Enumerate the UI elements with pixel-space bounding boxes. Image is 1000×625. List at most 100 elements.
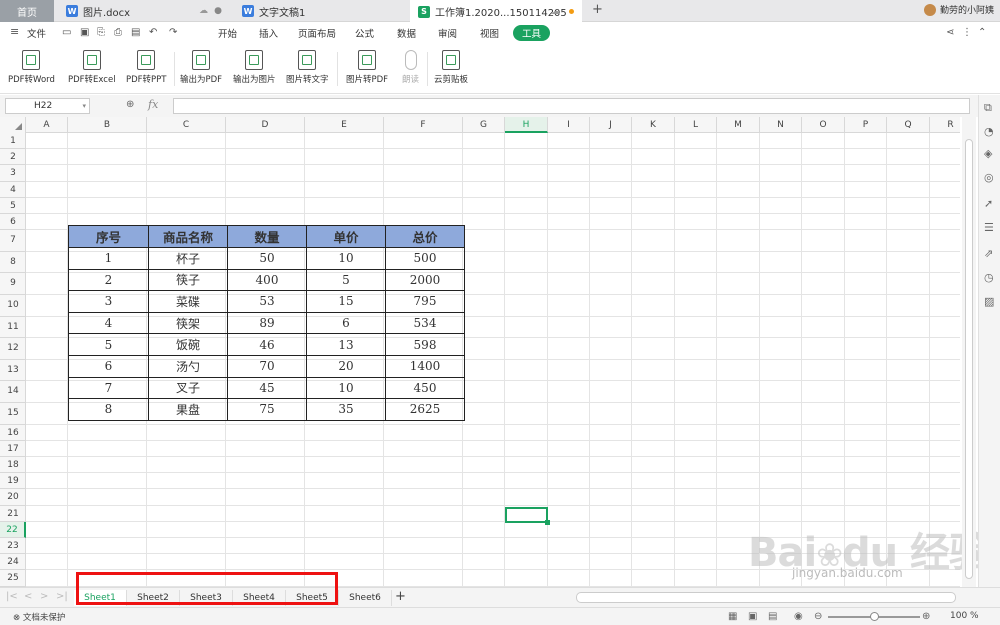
image-icon[interactable]: ▨: [984, 295, 994, 308]
column-header-f[interactable]: F: [384, 117, 463, 133]
row-header-18[interactable]: 18: [0, 457, 26, 474]
table-cell[interactable]: 4: [68, 311, 149, 335]
vertical-scrollbar[interactable]: [962, 117, 976, 587]
row-header-14[interactable]: 14: [0, 381, 26, 403]
table-cell[interactable]: 35: [306, 398, 386, 421]
table-cell[interactable]: 53: [227, 290, 307, 313]
function-icon[interactable]: fx: [148, 98, 158, 111]
row-header-7[interactable]: 7: [0, 230, 26, 252]
header-quantity[interactable]: 数量: [227, 225, 307, 248]
column-header-a[interactable]: A: [26, 117, 68, 133]
header-index[interactable]: 序号: [68, 225, 149, 248]
page-break-view-icon[interactable]: ▤: [768, 611, 777, 622]
row-header-25[interactable]: 25: [0, 570, 26, 587]
table-cell[interactable]: 菜碟: [148, 290, 228, 313]
table-cell[interactable]: 15: [306, 290, 386, 313]
column-header-d[interactable]: D: [226, 117, 305, 133]
column-header-k[interactable]: K: [632, 117, 675, 133]
column-header-c[interactable]: C: [147, 117, 226, 133]
table-cell[interactable]: 1: [68, 247, 149, 270]
cloud-clipboard-button[interactable]: 云剪贴板: [434, 50, 468, 85]
preview-icon[interactable]: ▤: [131, 27, 140, 38]
table-cell[interactable]: 饭碗: [148, 333, 228, 356]
select-all-corner[interactable]: [0, 117, 26, 133]
menu-formula[interactable]: 公式: [355, 26, 374, 40]
table-cell[interactable]: 45: [227, 376, 307, 400]
row-header-12[interactable]: 12: [0, 338, 26, 360]
zoom-formula-icon[interactable]: ⊕: [126, 99, 134, 110]
add-sheet-button[interactable]: +: [395, 589, 406, 604]
row-header-17[interactable]: 17: [0, 441, 26, 457]
row-header-9[interactable]: 9: [0, 273, 26, 295]
share-icon[interactable]: ⋖: [946, 27, 954, 38]
table-cell[interactable]: 13: [306, 333, 386, 356]
column-header-j[interactable]: J: [590, 117, 632, 133]
zoom-out-icon[interactable]: ⊖: [814, 611, 822, 622]
zoom-in-icon[interactable]: ⊕: [922, 611, 930, 622]
menu-view[interactable]: 视图: [480, 26, 499, 40]
history-icon[interactable]: ◷: [984, 271, 994, 284]
data-table[interactable]: 序号 商品名称 数量 单价 总价 1 杯子 50 10 500 2 筷子 400 5 2000 3 菜…: [68, 225, 465, 421]
row-header-19[interactable]: 19: [0, 473, 26, 490]
export-pdf-button[interactable]: 输出为PDF: [180, 50, 222, 85]
table-cell[interactable]: 50: [227, 247, 307, 270]
row-header-6[interactable]: 6: [0, 214, 26, 231]
header-product-name[interactable]: 商品名称: [148, 225, 228, 248]
row-header-16[interactable]: 16: [0, 425, 26, 441]
table-cell[interactable]: 7: [68, 376, 149, 400]
table-cell[interactable]: 10: [306, 376, 386, 400]
row-header-10[interactable]: 10: [0, 295, 26, 317]
hamburger-icon[interactable]: ≡: [10, 25, 19, 38]
image-to-text-button[interactable]: 图片转文字: [286, 50, 329, 85]
formula-input[interactable]: [173, 98, 970, 114]
table-cell[interactable]: 75: [227, 398, 307, 421]
column-header-g[interactable]: G: [463, 117, 505, 133]
navigation-icon[interactable]: ◎: [984, 171, 994, 184]
next-sheet-icon[interactable]: >: [40, 591, 48, 602]
table-cell[interactable]: 3: [68, 290, 149, 313]
row-header-23[interactable]: 23: [0, 538, 26, 555]
redo-icon[interactable]: ↷: [169, 27, 177, 38]
column-header-o[interactable]: O: [802, 117, 845, 133]
tab-home[interactable]: 首页: [0, 0, 54, 22]
eye-protection-icon[interactable]: ◉: [794, 611, 803, 622]
scroll-thumb[interactable]: [965, 139, 973, 579]
sheet-tab-sheet6[interactable]: Sheet6: [339, 590, 392, 606]
column-header-e[interactable]: E: [305, 117, 384, 133]
column-header-p[interactable]: P: [845, 117, 887, 133]
table-cell[interactable]: 400: [227, 268, 307, 292]
table-cell[interactable]: 2625: [385, 398, 465, 421]
close-icon[interactable]: ●: [214, 6, 222, 16]
pdf-to-ppt-button[interactable]: PDF转PPT: [126, 50, 167, 85]
zoom-slider-knob[interactable]: [870, 612, 879, 621]
undo-icon[interactable]: ↶: [149, 27, 157, 38]
page-layout-view-icon[interactable]: ▣: [748, 611, 757, 622]
table-cell[interactable]: 450: [385, 376, 465, 400]
selected-cell[interactable]: [505, 507, 550, 525]
column-header-n[interactable]: N: [760, 117, 802, 133]
table-cell[interactable]: 叉子: [148, 376, 228, 400]
tab-document-1[interactable]: W 图片.docx ☁ ●: [58, 0, 230, 22]
tab-workbook[interactable]: S 工作簿1.2020...150114205 ☁: [410, 0, 582, 23]
new-tab-button[interactable]: +: [592, 2, 603, 17]
export-image-button[interactable]: 输出为图片: [233, 50, 276, 85]
tab-document-2[interactable]: W 文字文稿1: [234, 0, 406, 22]
print-icon[interactable]: ⎙: [114, 27, 122, 38]
table-cell[interactable]: 筷子: [148, 268, 228, 292]
fill-icon[interactable]: ◈: [984, 147, 992, 160]
pdf-to-excel-button[interactable]: PDF转Excel: [68, 50, 116, 85]
table-cell[interactable]: 20: [306, 354, 386, 378]
column-header-b[interactable]: B: [68, 117, 147, 133]
first-sheet-icon[interactable]: |<: [6, 591, 18, 602]
table-cell[interactable]: 795: [385, 290, 465, 313]
menu-tools[interactable]: 工具: [513, 25, 551, 41]
table-cell[interactable]: 6: [306, 311, 386, 335]
table-cell[interactable]: 500: [385, 247, 465, 270]
table-cell[interactable]: 汤勺: [148, 354, 228, 378]
table-cell[interactable]: 2000: [385, 268, 465, 292]
menu-insert[interactable]: 插入: [259, 26, 278, 40]
menu-review[interactable]: 审阅: [438, 26, 457, 40]
pointer-icon[interactable]: ➚: [984, 197, 993, 210]
column-header-q[interactable]: Q: [887, 117, 930, 133]
row-header-5[interactable]: 5: [0, 198, 26, 214]
